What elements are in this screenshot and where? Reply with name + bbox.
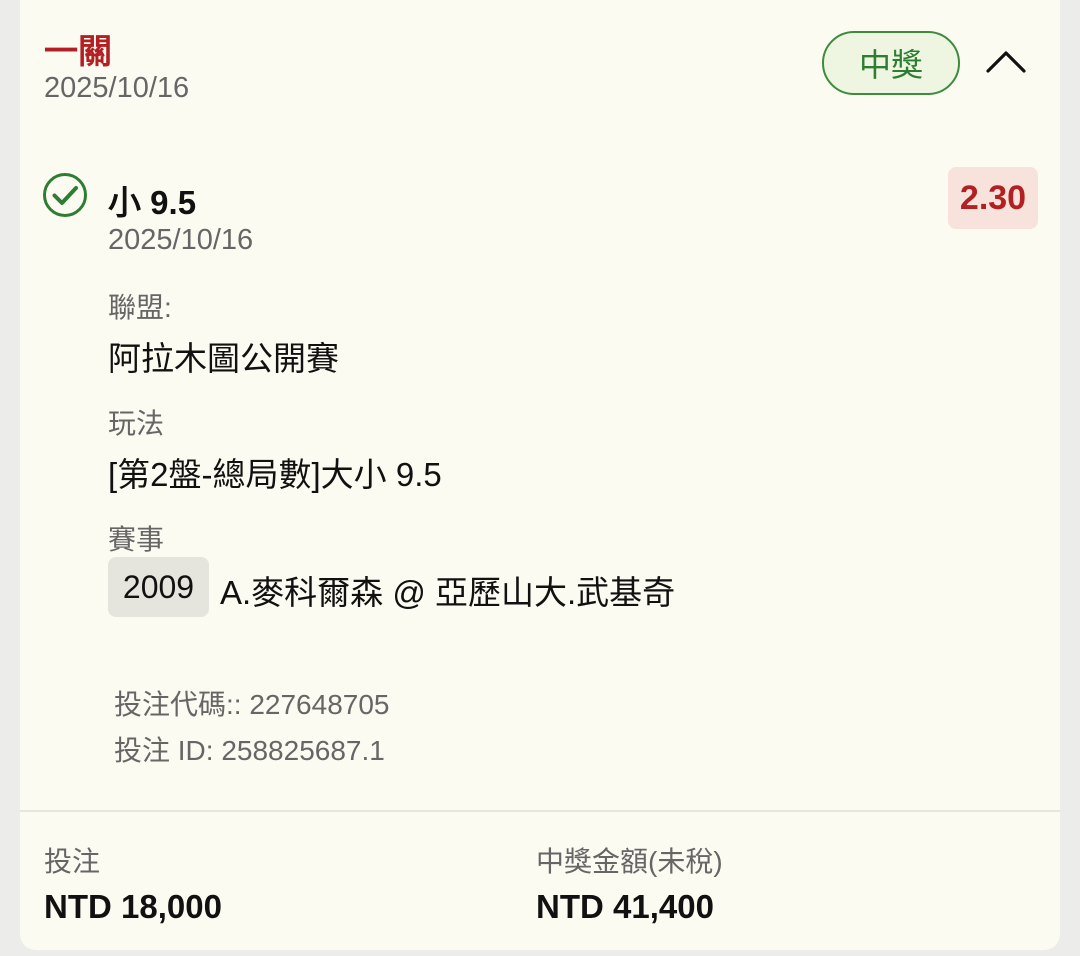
payout-label: 中獎金額(未稅): [536, 846, 723, 877]
selection-name: 小 9.5: [108, 184, 197, 221]
event-code: 2009: [108, 557, 209, 617]
bet-card: 一關 2025/10/16 中獎 小 9.5 2025/10/16 2.30 聯…: [20, 0, 1060, 950]
status-badge: 中獎: [822, 31, 960, 95]
bet-id: 投注 ID: 258825687.1: [114, 735, 385, 766]
market-value: [第2盤-總局數]大小 9.5: [108, 456, 442, 493]
divider: [20, 810, 1060, 812]
payout-value: NTD 41,400: [536, 888, 714, 925]
check-circle-icon: [43, 173, 87, 217]
market-label: 玩法: [108, 408, 165, 439]
stake-label: 投注: [44, 846, 101, 877]
selection-date: 2025/10/16: [108, 224, 254, 256]
odds-badge: 2.30: [948, 167, 1038, 229]
league-value: 阿拉木圖公開賽: [108, 340, 339, 377]
collapse-button[interactable]: [982, 40, 1030, 80]
bet-type-title: 一關: [44, 33, 112, 71]
chevron-up-icon: [986, 51, 1026, 73]
event-label: 賽事: [108, 524, 165, 555]
bet-code: 投注代碼:: 227648705: [114, 689, 390, 720]
event-name: A.麥科爾森 @ 亞歷山大.武基奇: [220, 574, 676, 611]
league-label: 聯盟:: [108, 292, 172, 323]
stake-value: NTD 18,000: [44, 888, 222, 925]
bet-date: 2025/10/16: [44, 72, 190, 104]
